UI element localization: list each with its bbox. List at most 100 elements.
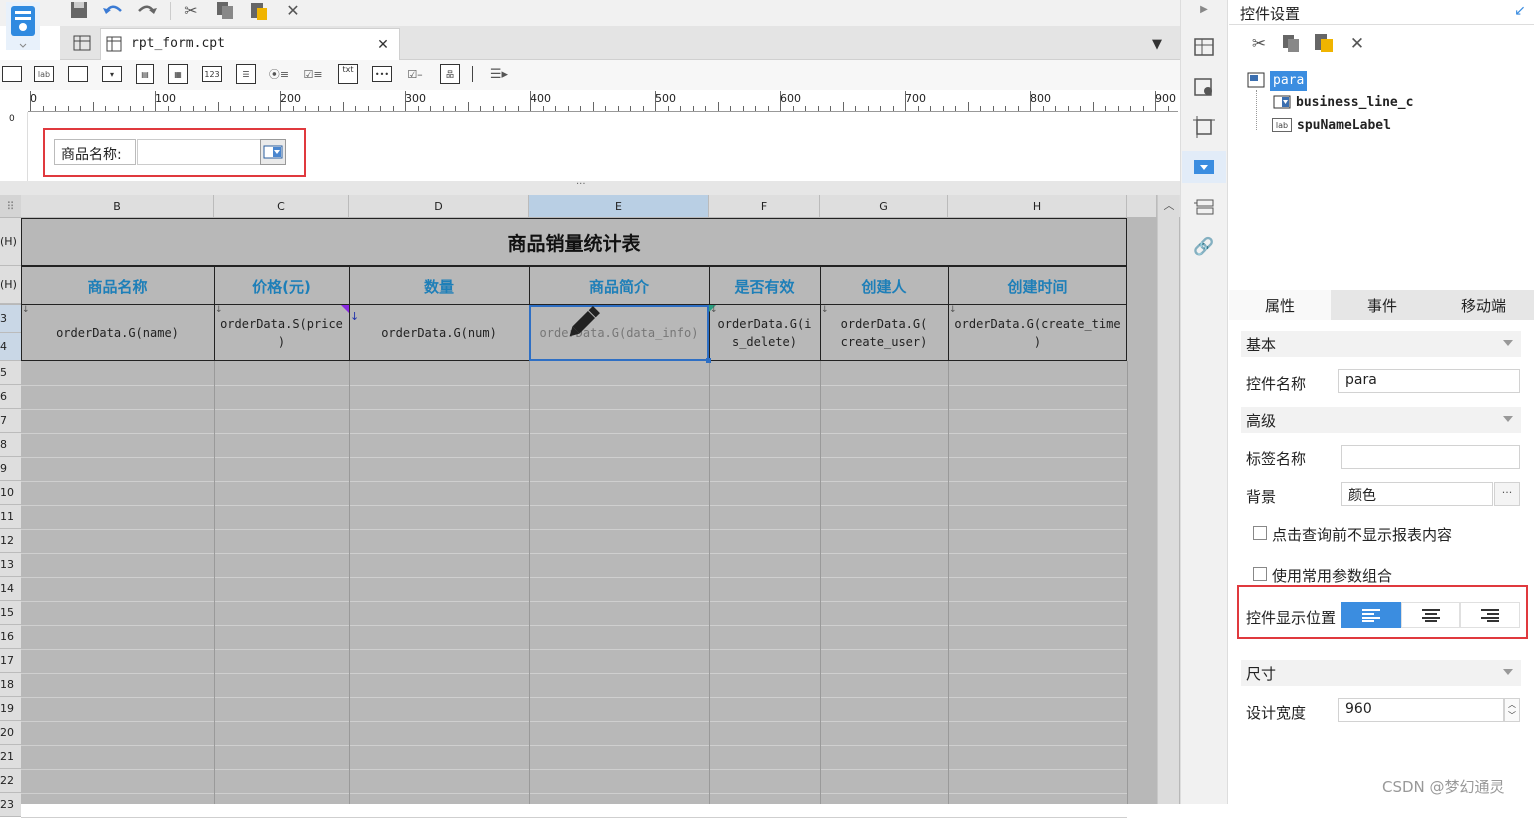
tab-menu-icon[interactable]: ▼ <box>1146 34 1168 54</box>
column-header[interactable]: C <box>214 195 349 217</box>
row-header[interactable]: 8 <box>0 433 21 457</box>
expand-arrow-icon[interactable]: ▶ <box>1194 2 1214 18</box>
tree-root-para[interactable]: para <box>1270 71 1308 91</box>
cut-icon[interactable]: ✂ <box>1248 34 1270 54</box>
data-cell-create-user[interactable]: orderData.G(create_user) <box>820 306 948 360</box>
align-left-button[interactable] <box>1341 602 1401 628</box>
data-cell-num[interactable]: orderData.G(num) <box>349 306 529 360</box>
row-header[interactable]: 19 <box>0 697 21 721</box>
widget-name-input[interactable]: para <box>1338 369 1520 393</box>
radio-group-icon[interactable]: ⦿≡ <box>268 64 290 84</box>
row-header[interactable]: 10 <box>0 481 21 505</box>
section-advanced[interactable]: 高级 <box>1241 407 1521 433</box>
column-header[interactable]: B <box>21 195 214 217</box>
row-header[interactable]: 22 <box>0 769 21 793</box>
row-header[interactable]: 23 <box>0 793 21 817</box>
row-header[interactable]: 16 <box>0 625 21 649</box>
row-header[interactable]: 18 <box>0 673 21 697</box>
header-cell[interactable]: 价格(元) <box>214 268 349 304</box>
copy-icon[interactable] <box>1280 34 1302 54</box>
grid-corner[interactable]: ⠿ <box>0 195 21 217</box>
column-header-selected[interactable]: E <box>529 195 709 217</box>
row-header[interactable]: 11 <box>0 505 21 529</box>
cut-icon[interactable]: ✂ <box>178 0 204 22</box>
tab-mobile[interactable]: 移动端 <box>1433 290 1534 320</box>
background-input[interactable]: 颜色 <box>1341 482 1493 506</box>
password-widget-icon[interactable]: ••• <box>372 66 392 82</box>
tree-widget-icon[interactable]: 品 <box>440 64 460 84</box>
header-cell[interactable]: 商品简介 <box>529 268 709 304</box>
redo-icon[interactable] <box>134 0 160 22</box>
stepper-up-icon[interactable]: ︿ <box>1505 699 1519 710</box>
close-tab-icon[interactable]: ✕ <box>373 35 393 55</box>
hyperlink-icon[interactable]: 🔗 <box>1190 234 1218 260</box>
section-size[interactable]: 尺寸 <box>1241 660 1521 686</box>
row-header[interactable]: (H) <box>0 218 21 266</box>
align-center-button[interactable] <box>1401 602 1460 628</box>
row-header[interactable]: 3 <box>0 305 21 333</box>
data-cell-name[interactable]: orderData.G(name) <box>21 306 214 360</box>
row-header[interactable]: 6 <box>0 385 21 409</box>
delete-icon[interactable]: ✕ <box>280 0 306 22</box>
tab-properties[interactable]: 属性 <box>1229 290 1331 320</box>
header-cell[interactable]: 创建人 <box>820 268 948 304</box>
column-header[interactable]: F <box>709 195 820 217</box>
row-header[interactable]: 21 <box>0 745 21 769</box>
cell-element-icon[interactable] <box>1190 74 1218 100</box>
label-widget-icon[interactable]: lab <box>34 66 54 82</box>
scroll-up-icon[interactable]: ︿ <box>1160 197 1178 213</box>
delete-icon[interactable]: ✕ <box>1346 34 1368 54</box>
row-header[interactable]: 15 <box>0 601 21 625</box>
grid-view-icon[interactable] <box>70 32 94 54</box>
undo-icon[interactable] <box>100 0 126 22</box>
row-header[interactable]: 13 <box>0 553 21 577</box>
condition-attr-icon[interactable] <box>1190 194 1218 220</box>
app-logo-icon[interactable] <box>6 2 40 50</box>
column-header[interactable]: G <box>820 195 948 217</box>
data-cell-create-time[interactable]: orderData.G(create_time) <box>948 306 1127 360</box>
combobox-widget-icon[interactable]: ▾ <box>102 66 122 82</box>
copy-icon[interactable] <box>212 0 238 22</box>
column-header[interactable]: H <box>948 195 1127 217</box>
checkbox-widget-icon[interactable]: ☑– <box>404 64 426 84</box>
number-widget-icon[interactable]: 123 <box>202 66 222 82</box>
combo-check-widget-icon[interactable]: ▤ <box>136 64 154 84</box>
column-header-empty[interactable] <box>1127 195 1157 217</box>
row-header[interactable]: 4 <box>0 333 21 361</box>
tab-events[interactable]: 事件 <box>1331 290 1433 320</box>
save-icon[interactable] <box>66 0 92 22</box>
tab-rpt-form[interactable]: rpt_form.cpt ✕ <box>100 28 400 60</box>
splitter-bar[interactable]: ··· <box>0 179 1180 195</box>
row-header[interactable]: 12 <box>0 529 21 553</box>
paste-icon[interactable] <box>1312 32 1336 54</box>
design-width-input[interactable]: 960 <box>1338 698 1504 722</box>
textbox-widget-icon[interactable] <box>2 66 22 82</box>
more-widgets-icon[interactable]: ☰▸ <box>482 64 516 84</box>
tree-item-business-line[interactable]: business_line_c <box>1296 95 1413 110</box>
float-element-icon[interactable] <box>1190 114 1218 140</box>
common-params-checkbox[interactable] <box>1253 567 1267 581</box>
stepper-down-icon[interactable]: ﹀ <box>1505 710 1519 721</box>
background-picker-button[interactable]: ··· <box>1494 482 1520 506</box>
header-cell[interactable]: 是否有效 <box>709 268 820 304</box>
param-combobox[interactable] <box>137 139 261 165</box>
textarea-widget-icon[interactable]: ☰ <box>236 64 256 84</box>
paste-icon[interactable] <box>246 0 272 22</box>
header-cell[interactable]: 创建时间 <box>948 268 1127 304</box>
widget-settings-icon[interactable] <box>1182 151 1226 183</box>
pin-icon[interactable]: ↙ <box>1510 2 1530 20</box>
row-header[interactable]: (H) <box>0 266 21 304</box>
header-cell[interactable]: 商品名称 <box>21 268 214 304</box>
cell-attr-icon[interactable] <box>1190 34 1218 60</box>
row-header[interactable]: 20 <box>0 721 21 745</box>
row-header[interactable]: 5 <box>0 361 21 385</box>
text-widget-icon[interactable]: txt <box>338 64 358 84</box>
row-header[interactable]: 7 <box>0 409 21 433</box>
row-header[interactable]: 17 <box>0 649 21 673</box>
data-cell-price[interactable]: orderData.S(price) <box>214 306 349 360</box>
align-right-button[interactable] <box>1460 602 1520 628</box>
tree-item-spu-name-label[interactable]: spuNameLabel <box>1297 118 1391 133</box>
report-title-cell[interactable]: 商品销量统计表 <box>21 218 1127 266</box>
date-widget-icon[interactable]: ▦ <box>168 64 188 84</box>
hide-before-query-checkbox[interactable] <box>1253 526 1267 540</box>
